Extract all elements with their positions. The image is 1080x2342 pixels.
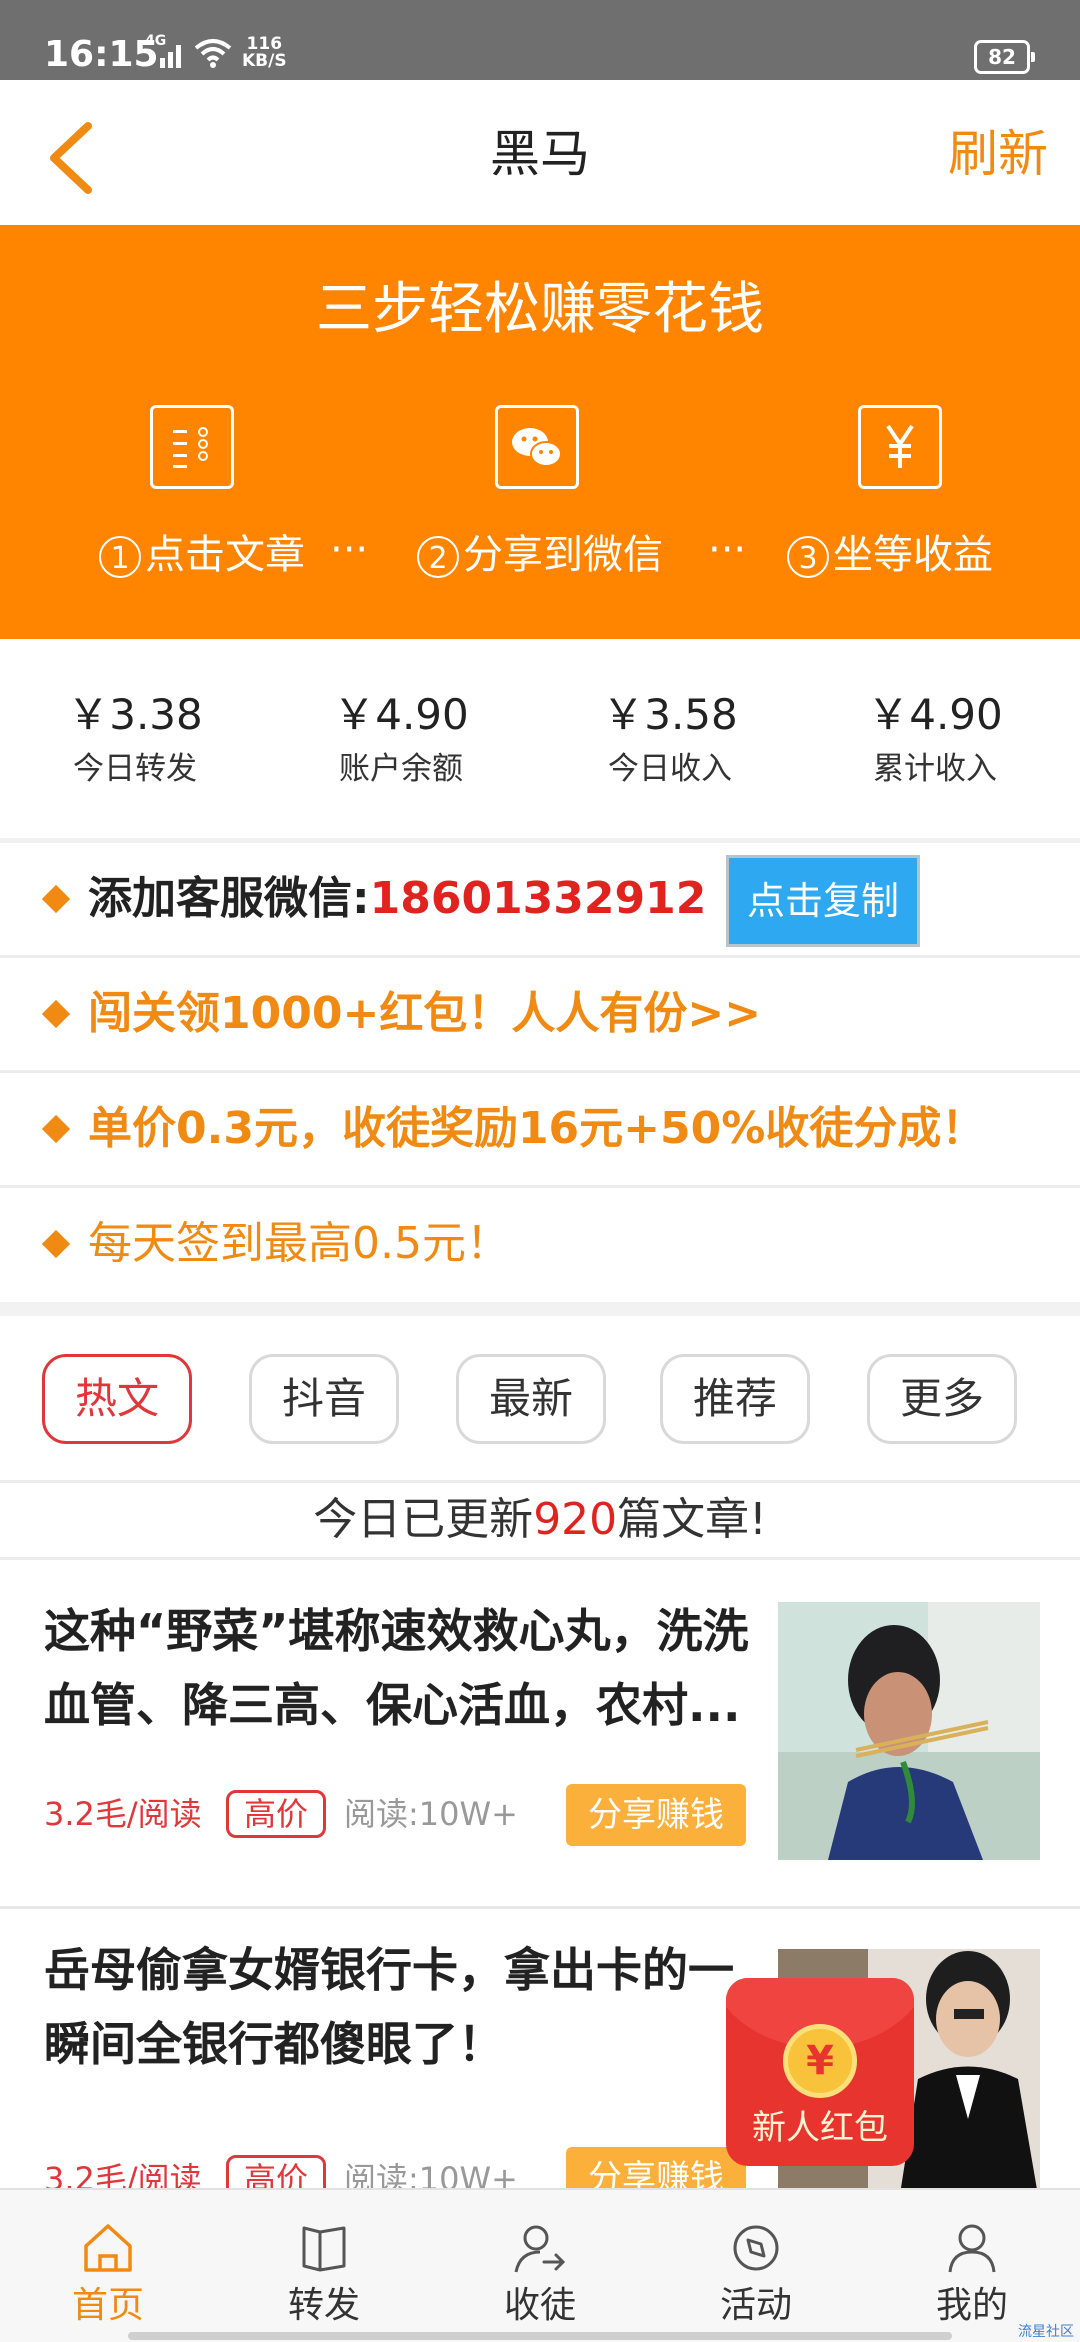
update-prefix: 今日已更新 bbox=[313, 1494, 534, 1545]
banner-title: 三步轻松赚零花钱 bbox=[316, 277, 764, 342]
nav-activity[interactable]: 活动 bbox=[648, 2190, 864, 2342]
stat-today-forwards: ￥3.38 今日转发 bbox=[0, 687, 270, 791]
stat-value: ￥3.38 bbox=[67, 690, 203, 739]
update-notice: 今日已更新920篇文章! bbox=[0, 1483, 1080, 1560]
notice-contact-text: 添加客服微信:18601332912 bbox=[88, 869, 706, 929]
article-card[interactable]: 这种“野菜”堪称速效救心丸，洗洗血管、降三高、保心活血，农村... 3.2毛/阅… bbox=[0, 1560, 1080, 1909]
stat-total-income: ￥4.90 累计收入 bbox=[800, 687, 1070, 791]
notice-reward-text[interactable]: 单价0.3元，收徒奖励16元+50%收徒分成！ bbox=[88, 1099, 985, 1159]
network-speed: 116 KB/S bbox=[242, 36, 287, 70]
notice-checkin-text[interactable]: 每天签到最高0.5元！ bbox=[88, 1214, 510, 1274]
nav-label: 首页 bbox=[71, 2285, 144, 2326]
stat-value: ￥4.90 bbox=[867, 690, 1003, 739]
notice-challenge[interactable]: 闯关领1000+红包！人人有份>> bbox=[0, 958, 1080, 1073]
article-card[interactable]: 岳母偷拿女婿银行卡，拿出卡的一瞬间全银行都傻眼了！ 3.2毛/阅读 高价 阅读:… bbox=[0, 1909, 1080, 2209]
copy-button[interactable]: 点击复制 bbox=[726, 855, 920, 947]
page-title: 黑马 bbox=[490, 125, 590, 183]
step-separator: ··· bbox=[330, 527, 369, 573]
earnings-stats: ￥3.38 今日转发 ￥4.90 账户余额 ￥3.58 今日收入 ￥4.90 累… bbox=[0, 639, 1080, 839]
category-tabs: 热文 抖音 最新 推荐 更多 bbox=[0, 1316, 1080, 1483]
signal-icon bbox=[160, 45, 181, 68]
nav-label: 转发 bbox=[287, 2285, 360, 2326]
new-user-red-packet[interactable]: ¥ 新人红包 bbox=[726, 1978, 914, 2166]
high-price-badge: 高价 bbox=[226, 1790, 326, 1838]
contact-number: 18601332912 bbox=[369, 873, 707, 924]
tab-recommended[interactable]: 推荐 bbox=[660, 1354, 810, 1444]
status-bar: 16:15 4G 116 KB/S 82 bbox=[0, 0, 1080, 80]
bottom-navigation: 首页 转发 收徒 活动 我的 bbox=[0, 2188, 1080, 2342]
step-label: 2 分享到微信 bbox=[390, 530, 690, 580]
yuan-coin-icon: ¥ bbox=[783, 2024, 857, 2098]
nav-recruit[interactable]: 收徒 bbox=[432, 2190, 648, 2342]
compass-icon bbox=[733, 2225, 779, 2271]
notice-checkin[interactable]: 每天签到最高0.5元！ bbox=[0, 1188, 1080, 1300]
step-number: 1 bbox=[99, 536, 141, 578]
nav-label: 活动 bbox=[719, 2285, 792, 2326]
yuan-icon bbox=[858, 405, 942, 489]
nav-label: 我的 bbox=[935, 2285, 1008, 2326]
steps-banner: 三步轻松赚零花钱 1 点击文章 2 分享到微信 3 坐等收益 ··· ··· bbox=[0, 225, 1080, 639]
step-text: 坐等收益 bbox=[833, 532, 993, 578]
stat-label: 账户余额 bbox=[339, 751, 463, 787]
tab-douyin[interactable]: 抖音 bbox=[249, 1354, 399, 1444]
status-time: 16:15 bbox=[44, 34, 159, 75]
article-title[interactable]: 这种“野菜”堪称速效救心丸，洗洗血管、降三高、保心活血，农村... bbox=[44, 1594, 764, 1742]
notice-reward[interactable]: 单价0.3元，收徒奖励16元+50%收徒分成！ bbox=[0, 1073, 1080, 1188]
stat-label: 今日转发 bbox=[73, 751, 197, 787]
stat-label: 累计收入 bbox=[873, 751, 997, 787]
watermark: 流星社区 bbox=[1018, 2324, 1074, 2340]
step-number: 3 bbox=[787, 536, 829, 578]
stat-value: ￥3.58 bbox=[602, 690, 738, 739]
nav-forward[interactable]: 转发 bbox=[216, 2190, 432, 2342]
section-gap bbox=[0, 1302, 1080, 1316]
step-text: 点击文章 bbox=[145, 532, 305, 578]
nav-label: 收徒 bbox=[503, 2285, 576, 2326]
notice-challenge-text[interactable]: 闯关领1000+红包！人人有份>> bbox=[88, 984, 761, 1044]
step-text: 分享到微信 bbox=[463, 532, 663, 578]
speed-unit: KB/S bbox=[242, 51, 287, 71]
diamond-bullet-icon bbox=[41, 1229, 71, 1259]
tab-latest[interactable]: 最新 bbox=[456, 1354, 606, 1444]
wechat-icon bbox=[495, 405, 579, 489]
stat-today-income: ￥3.58 今日收入 bbox=[535, 687, 805, 791]
stat-value: ￥4.90 bbox=[333, 690, 469, 739]
read-count: 阅读:10W+ bbox=[344, 1795, 518, 1833]
nav-home[interactable]: 首页 bbox=[0, 2190, 216, 2342]
red-packet-label: 新人红包 bbox=[752, 2108, 888, 2148]
update-count: 920 bbox=[533, 1494, 618, 1545]
contact-label: 添加客服微信: bbox=[88, 873, 370, 924]
tab-more[interactable]: 更多 bbox=[867, 1354, 1017, 1444]
add-user-icon bbox=[514, 2225, 566, 2273]
article-title[interactable]: 岳母偷拿女婿银行卡，拿出卡的一瞬间全银行都傻眼了！ bbox=[44, 1933, 764, 2081]
book-icon bbox=[302, 2226, 346, 2272]
notice-contact: 添加客服微信:18601332912 点击复制 bbox=[0, 843, 1080, 958]
home-indicator bbox=[128, 2332, 952, 2340]
article-thumbnail[interactable] bbox=[778, 1602, 1040, 1860]
nav-profile[interactable]: 我的 bbox=[864, 2190, 1080, 2342]
diamond-bullet-icon bbox=[41, 1114, 71, 1144]
home-icon bbox=[84, 2224, 132, 2272]
battery-icon: 82 bbox=[974, 40, 1035, 74]
refresh-button[interactable]: 刷新 bbox=[948, 124, 1048, 184]
chevron-left-icon[interactable] bbox=[40, 118, 110, 198]
step-label: 1 点击文章 bbox=[52, 530, 352, 580]
update-suffix: 篇文章! bbox=[617, 1494, 767, 1545]
price-per-read: 3.2毛/阅读 bbox=[44, 1795, 202, 1833]
diamond-bullet-icon bbox=[41, 999, 71, 1029]
tab-hot[interactable]: 热文 bbox=[42, 1354, 192, 1444]
diamond-bullet-icon bbox=[41, 884, 71, 914]
share-earn-button[interactable]: 分享赚钱 bbox=[566, 1784, 746, 1846]
step-separator: ··· bbox=[708, 527, 747, 573]
article-list-icon bbox=[150, 405, 234, 489]
stat-label: 今日收入 bbox=[608, 751, 732, 787]
step-number: 2 bbox=[417, 536, 459, 578]
header: 黑马 刷新 bbox=[0, 80, 1080, 225]
wifi-icon bbox=[194, 39, 232, 68]
step-label: 3 坐等收益 bbox=[740, 530, 1040, 580]
profile-icon bbox=[948, 2224, 996, 2273]
stat-account-balance: ￥4.90 账户余额 bbox=[266, 687, 536, 791]
